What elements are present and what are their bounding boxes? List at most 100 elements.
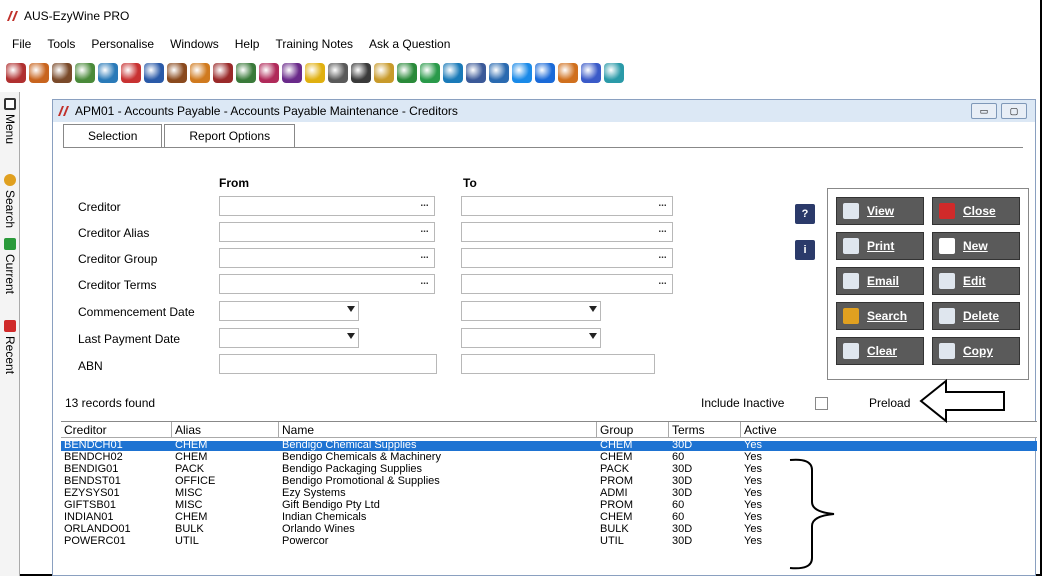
tab-report-options[interactable]: Report Options — [164, 124, 296, 148]
menu-training-notes[interactable]: Training Notes — [275, 37, 353, 51]
lookup-icon[interactable]: ... — [418, 225, 431, 238]
table-row[interactable]: INDIAN01 CHEM Indian Chemicals CHEM 60 Yes — [61, 512, 1037, 523]
sidebar-item-search[interactable]: Search — [2, 174, 18, 228]
view-icon — [843, 203, 859, 219]
grapes-icon[interactable] — [282, 63, 302, 83]
people-icon[interactable] — [121, 63, 141, 83]
linkedin-icon[interactable] — [489, 63, 509, 83]
table-row[interactable]: ORLANDO01 BULK Orlando Wines BULK 30D Yes — [61, 524, 1037, 535]
copy-button[interactable]: Copy — [932, 337, 1020, 365]
print-button[interactable]: Print — [836, 232, 924, 260]
document-icon[interactable] — [351, 63, 371, 83]
sidebar-item-current[interactable]: Current — [2, 238, 18, 294]
lookup-icon[interactable]: ... — [656, 225, 669, 238]
bottle-icon[interactable] — [558, 63, 578, 83]
creditor-terms-from-field[interactable]: ... — [219, 274, 435, 294]
palette-icon[interactable] — [29, 63, 49, 83]
table-row[interactable]: EZYSYS01 MISC Ezy Systems ADMI 30D Yes — [61, 488, 1037, 499]
box-icon[interactable] — [190, 63, 210, 83]
creditor-to-field[interactable]: ... — [461, 196, 673, 216]
column-header-terms[interactable]: Terms — [669, 422, 741, 438]
lookup-icon[interactable]: ... — [418, 199, 431, 212]
email-button[interactable]: Email — [836, 267, 924, 295]
creditor-group-to-field[interactable]: ... — [461, 248, 673, 268]
edit-button[interactable]: Edit — [932, 267, 1020, 295]
pen-icon[interactable] — [144, 63, 164, 83]
terms-cell: 60 — [672, 451, 685, 463]
menu-help[interactable]: Help — [235, 37, 260, 51]
web-icon[interactable] — [604, 63, 624, 83]
chevron-down-icon[interactable] — [347, 333, 355, 339]
lookup-icon[interactable]: ... — [656, 199, 669, 212]
menu-file[interactable]: File — [12, 37, 31, 51]
table-row[interactable]: BENDST01 OFFICE Bendigo Promotional & Supp… — [61, 476, 1037, 487]
star-icon[interactable] — [305, 63, 325, 83]
delete-button[interactable]: Delete — [932, 302, 1020, 330]
lookup-icon[interactable]: ... — [656, 277, 669, 290]
help-icon: ? — [801, 208, 809, 220]
creditor-cell: BENDIG01 — [64, 463, 119, 475]
info-button[interactable]: i — [795, 240, 815, 260]
wine-glass-icon[interactable] — [6, 63, 26, 83]
chevron-down-icon[interactable] — [589, 306, 597, 312]
creditor-group-from-field[interactable]: ... — [219, 248, 435, 268]
view-button[interactable]: View — [836, 197, 924, 225]
lookup-icon[interactable]: ... — [418, 277, 431, 290]
column-header-alias[interactable]: Alias — [172, 422, 279, 438]
truck-icon[interactable] — [236, 63, 256, 83]
minimize-button[interactable]: ▭ — [971, 103, 997, 119]
globe-icon[interactable] — [512, 63, 532, 83]
database-icon[interactable] — [443, 63, 463, 83]
column-header-group[interactable]: Group — [597, 422, 669, 438]
facebook-icon[interactable] — [466, 63, 486, 83]
abn-from-field[interactable] — [219, 354, 437, 374]
creditor-alias-from-field[interactable]: ... — [219, 222, 435, 242]
plant-icon[interactable] — [397, 63, 417, 83]
column-header-creditor[interactable]: Creditor — [61, 422, 172, 438]
creditor-from-field[interactable]: ... — [219, 196, 435, 216]
grid-icon[interactable] — [98, 63, 118, 83]
edit-icon — [939, 273, 955, 289]
sidebar-item-recent[interactable]: Recent — [2, 320, 18, 374]
cube-icon[interactable] — [374, 63, 394, 83]
menu-windows[interactable]: Windows — [170, 37, 219, 51]
sidebar-item-menu[interactable]: Menu — [2, 98, 18, 144]
creditor-terms-to-field[interactable]: ... — [461, 274, 673, 294]
commencement-date-from-select[interactable] — [219, 301, 359, 321]
menu-tools[interactable]: Tools — [47, 37, 75, 51]
include-inactive-checkbox[interactable] — [815, 397, 828, 410]
help-icon[interactable] — [581, 63, 601, 83]
chevron-down-icon[interactable] — [347, 306, 355, 312]
last-payment-date-to-select[interactable] — [461, 328, 601, 348]
chart-icon[interactable] — [259, 63, 279, 83]
menu-personalise[interactable]: Personalise — [91, 37, 154, 51]
chevron-down-icon[interactable] — [589, 333, 597, 339]
barrel-icon[interactable] — [167, 63, 187, 83]
abn-to-field[interactable] — [461, 354, 655, 374]
tab-selection[interactable]: Selection — [63, 124, 163, 148]
last-payment-date-from-select[interactable] — [219, 328, 359, 348]
building-icon[interactable] — [52, 63, 72, 83]
table-row[interactable]: GIFTSB01 MISC Gift Bendigo Pty Ltd PROM 60 Ye… — [61, 500, 1037, 511]
commencement-date-to-select[interactable] — [461, 301, 601, 321]
table-row[interactable]: BENDCH02 CHEM Bendigo Chemicals & Machiner… — [61, 451, 1037, 463]
glass-icon[interactable] — [213, 63, 233, 83]
column-header-name[interactable]: Name — [279, 422, 597, 438]
restore-button[interactable]: ▢ — [1001, 103, 1027, 119]
tag-icon[interactable] — [75, 63, 95, 83]
table-row[interactable]: BENDCH01 CHEM Bendigo Chemical Supplies CHE… — [61, 440, 1037, 451]
table-row[interactable]: BENDIG01 PACK Bendigo Packaging Supplies PA… — [61, 463, 1037, 475]
lookup-icon[interactable]: ... — [656, 251, 669, 264]
close-button[interactable]: Close — [932, 197, 1020, 225]
info-icon[interactable] — [535, 63, 555, 83]
clear-button[interactable]: Clear — [836, 337, 924, 365]
new-button[interactable]: New — [932, 232, 1020, 260]
gear-icon[interactable] — [328, 63, 348, 83]
help-button[interactable]: ? — [795, 204, 815, 224]
table-row[interactable]: POWERC01 UTIL Powercor UTIL 30D Yes — [61, 536, 1037, 547]
creditor-alias-to-field[interactable]: ... — [461, 222, 673, 242]
menu-ask-a-question[interactable]: Ask a Question — [369, 37, 450, 51]
search-button[interactable]: Search — [836, 302, 924, 330]
lookup-icon[interactable]: ... — [418, 251, 431, 264]
dollar-icon[interactable] — [420, 63, 440, 83]
